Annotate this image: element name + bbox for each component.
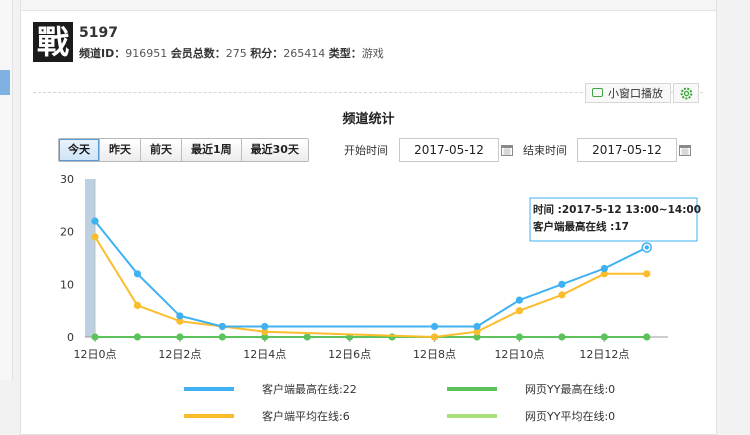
data-point[interactable] bbox=[643, 333, 651, 341]
y-tick-label: 10 bbox=[60, 278, 74, 291]
data-point[interactable] bbox=[176, 333, 184, 341]
data-point[interactable] bbox=[515, 296, 524, 304]
data-point[interactable] bbox=[515, 307, 524, 315]
data-point[interactable] bbox=[91, 333, 99, 341]
data-point[interactable] bbox=[430, 322, 439, 331]
data-point[interactable] bbox=[473, 322, 481, 331]
data-point[interactable] bbox=[515, 333, 524, 341]
data-point[interactable] bbox=[91, 233, 99, 241]
data-point[interactable] bbox=[91, 217, 99, 225]
x-tick-label: 12日8点 bbox=[413, 348, 456, 361]
y-tick-label: 0 bbox=[67, 331, 74, 344]
tooltip-time: 时间 :2017-5-12 13:00~14:00 bbox=[533, 203, 701, 216]
data-point[interactable] bbox=[558, 291, 566, 299]
data-point[interactable] bbox=[218, 333, 226, 341]
x-tick-label: 12日2点 bbox=[158, 348, 201, 361]
online-chart: 0 10 20 30 12日0点 12日2点 12日4点 12日6点 12日8点 12日10点 12… bbox=[60, 173, 701, 423]
x-tick-label: 12日12点 bbox=[579, 348, 629, 361]
data-point[interactable] bbox=[133, 333, 142, 341]
y-tick-label: 30 bbox=[60, 173, 74, 186]
data-point[interactable] bbox=[133, 301, 142, 309]
data-point[interactable] bbox=[388, 333, 396, 341]
tooltip-value: 客户端最高在线 :17 bbox=[532, 220, 629, 233]
data-point[interactable] bbox=[218, 322, 226, 331]
data-point[interactable] bbox=[303, 333, 311, 341]
y-tick-label: 20 bbox=[60, 226, 74, 239]
data-point[interactable] bbox=[430, 333, 439, 341]
legend-label: 客户端平均在线:6 bbox=[262, 409, 350, 423]
data-point[interactable] bbox=[261, 322, 269, 331]
legend-label: 网页YY平均在线:0 bbox=[525, 409, 615, 423]
x-tick-label: 12日6点 bbox=[328, 348, 371, 361]
data-point[interactable] bbox=[558, 280, 566, 288]
data-point[interactable] bbox=[176, 312, 184, 320]
x-tick-label: 12日0点 bbox=[74, 348, 117, 361]
x-tick-label: 12日4点 bbox=[243, 348, 286, 361]
legend-label: 网页YY最高在线:0 bbox=[525, 382, 615, 396]
data-point[interactable] bbox=[643, 270, 651, 278]
x-tick-label: 12日10点 bbox=[494, 348, 544, 361]
data-point[interactable] bbox=[600, 333, 608, 341]
legend-label: 客户端最高在线:22 bbox=[262, 382, 357, 396]
data-point[interactable] bbox=[600, 264, 608, 273]
data-point-center bbox=[644, 245, 649, 250]
data-point[interactable] bbox=[133, 270, 142, 278]
data-point[interactable] bbox=[558, 333, 566, 341]
highlight-band bbox=[85, 179, 95, 337]
